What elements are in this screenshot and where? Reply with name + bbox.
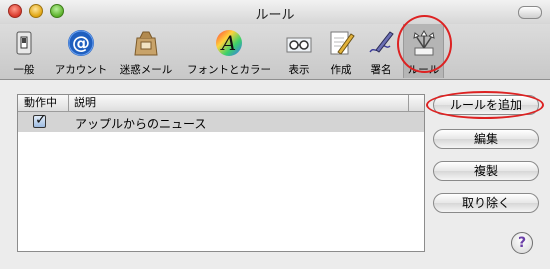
column-header-active[interactable]: 動作中 bbox=[24, 96, 57, 111]
signature-pen-icon bbox=[369, 31, 394, 53]
column-header-description[interactable]: 説明 bbox=[74, 96, 96, 111]
at-sign-icon: @ bbox=[68, 30, 94, 56]
svg-text:A: A bbox=[220, 31, 236, 55]
checkmark-icon: ✓ bbox=[35, 112, 47, 128]
duplicate-button[interactable]: 複製 bbox=[433, 161, 539, 181]
rules-preferences-window: ルール 一般 @ アカウント 迷惑メール A フォントとカラー 表示 作成 署名… bbox=[0, 0, 550, 269]
tab-general-label: 一般 bbox=[13, 64, 35, 76]
toolbar-toggle-button[interactable] bbox=[518, 6, 542, 19]
font-colors-icon: A bbox=[216, 30, 242, 56]
tab-composing[interactable]: 作成 bbox=[322, 24, 360, 78]
viewing-glasses-icon bbox=[286, 37, 312, 53]
tab-fonts-colors-label: フォントとカラー bbox=[187, 64, 271, 76]
tab-signatures[interactable]: 署名 bbox=[362, 24, 400, 78]
column-divider bbox=[68, 95, 69, 111]
header-corner bbox=[408, 95, 424, 111]
annotation-circle-add-rule bbox=[426, 91, 544, 119]
tab-signatures-label: 署名 bbox=[370, 64, 392, 76]
rule-active-checkbox[interactable]: ✓ bbox=[33, 112, 47, 128]
tab-junk-mail-label: 迷惑メール bbox=[119, 64, 173, 76]
tab-general[interactable]: 一般 bbox=[4, 24, 44, 78]
table-row[interactable]: ✓ アップルからのニュース bbox=[18, 112, 424, 132]
tab-viewing[interactable]: 表示 bbox=[280, 24, 318, 78]
tab-accounts-label: アカウント bbox=[54, 64, 108, 76]
switch-icon bbox=[16, 31, 32, 55]
rule-description: アップルからのニュース bbox=[75, 117, 207, 131]
tab-junk-mail[interactable]: 迷惑メール bbox=[115, 24, 177, 78]
svg-text:@: @ bbox=[72, 33, 90, 54]
tab-fonts-colors[interactable]: A フォントとカラー bbox=[182, 24, 276, 78]
tab-composing-label: 作成 bbox=[330, 64, 352, 76]
tab-viewing-label: 表示 bbox=[288, 64, 310, 76]
tab-accounts[interactable]: @ アカウント bbox=[50, 24, 112, 78]
edit-button[interactable]: 編集 bbox=[433, 129, 539, 149]
rules-table: 動作中 説明 ✓ アップルからのニュース bbox=[17, 94, 425, 252]
preferences-toolbar: 一般 @ アカウント 迷惑メール A フォントとカラー 表示 作成 署名 ルール bbox=[0, 24, 550, 80]
table-header: 動作中 説明 bbox=[18, 95, 424, 112]
window-title: ルール bbox=[255, 8, 295, 23]
annotation-circle-rules-tab bbox=[397, 15, 452, 73]
compose-pencil-icon bbox=[330, 31, 355, 55]
help-button[interactable]: ? bbox=[511, 232, 533, 254]
remove-button[interactable]: 取り除く bbox=[433, 193, 539, 213]
title-bar: ルール bbox=[0, 0, 550, 24]
junk-mail-bag-icon bbox=[134, 31, 158, 56]
